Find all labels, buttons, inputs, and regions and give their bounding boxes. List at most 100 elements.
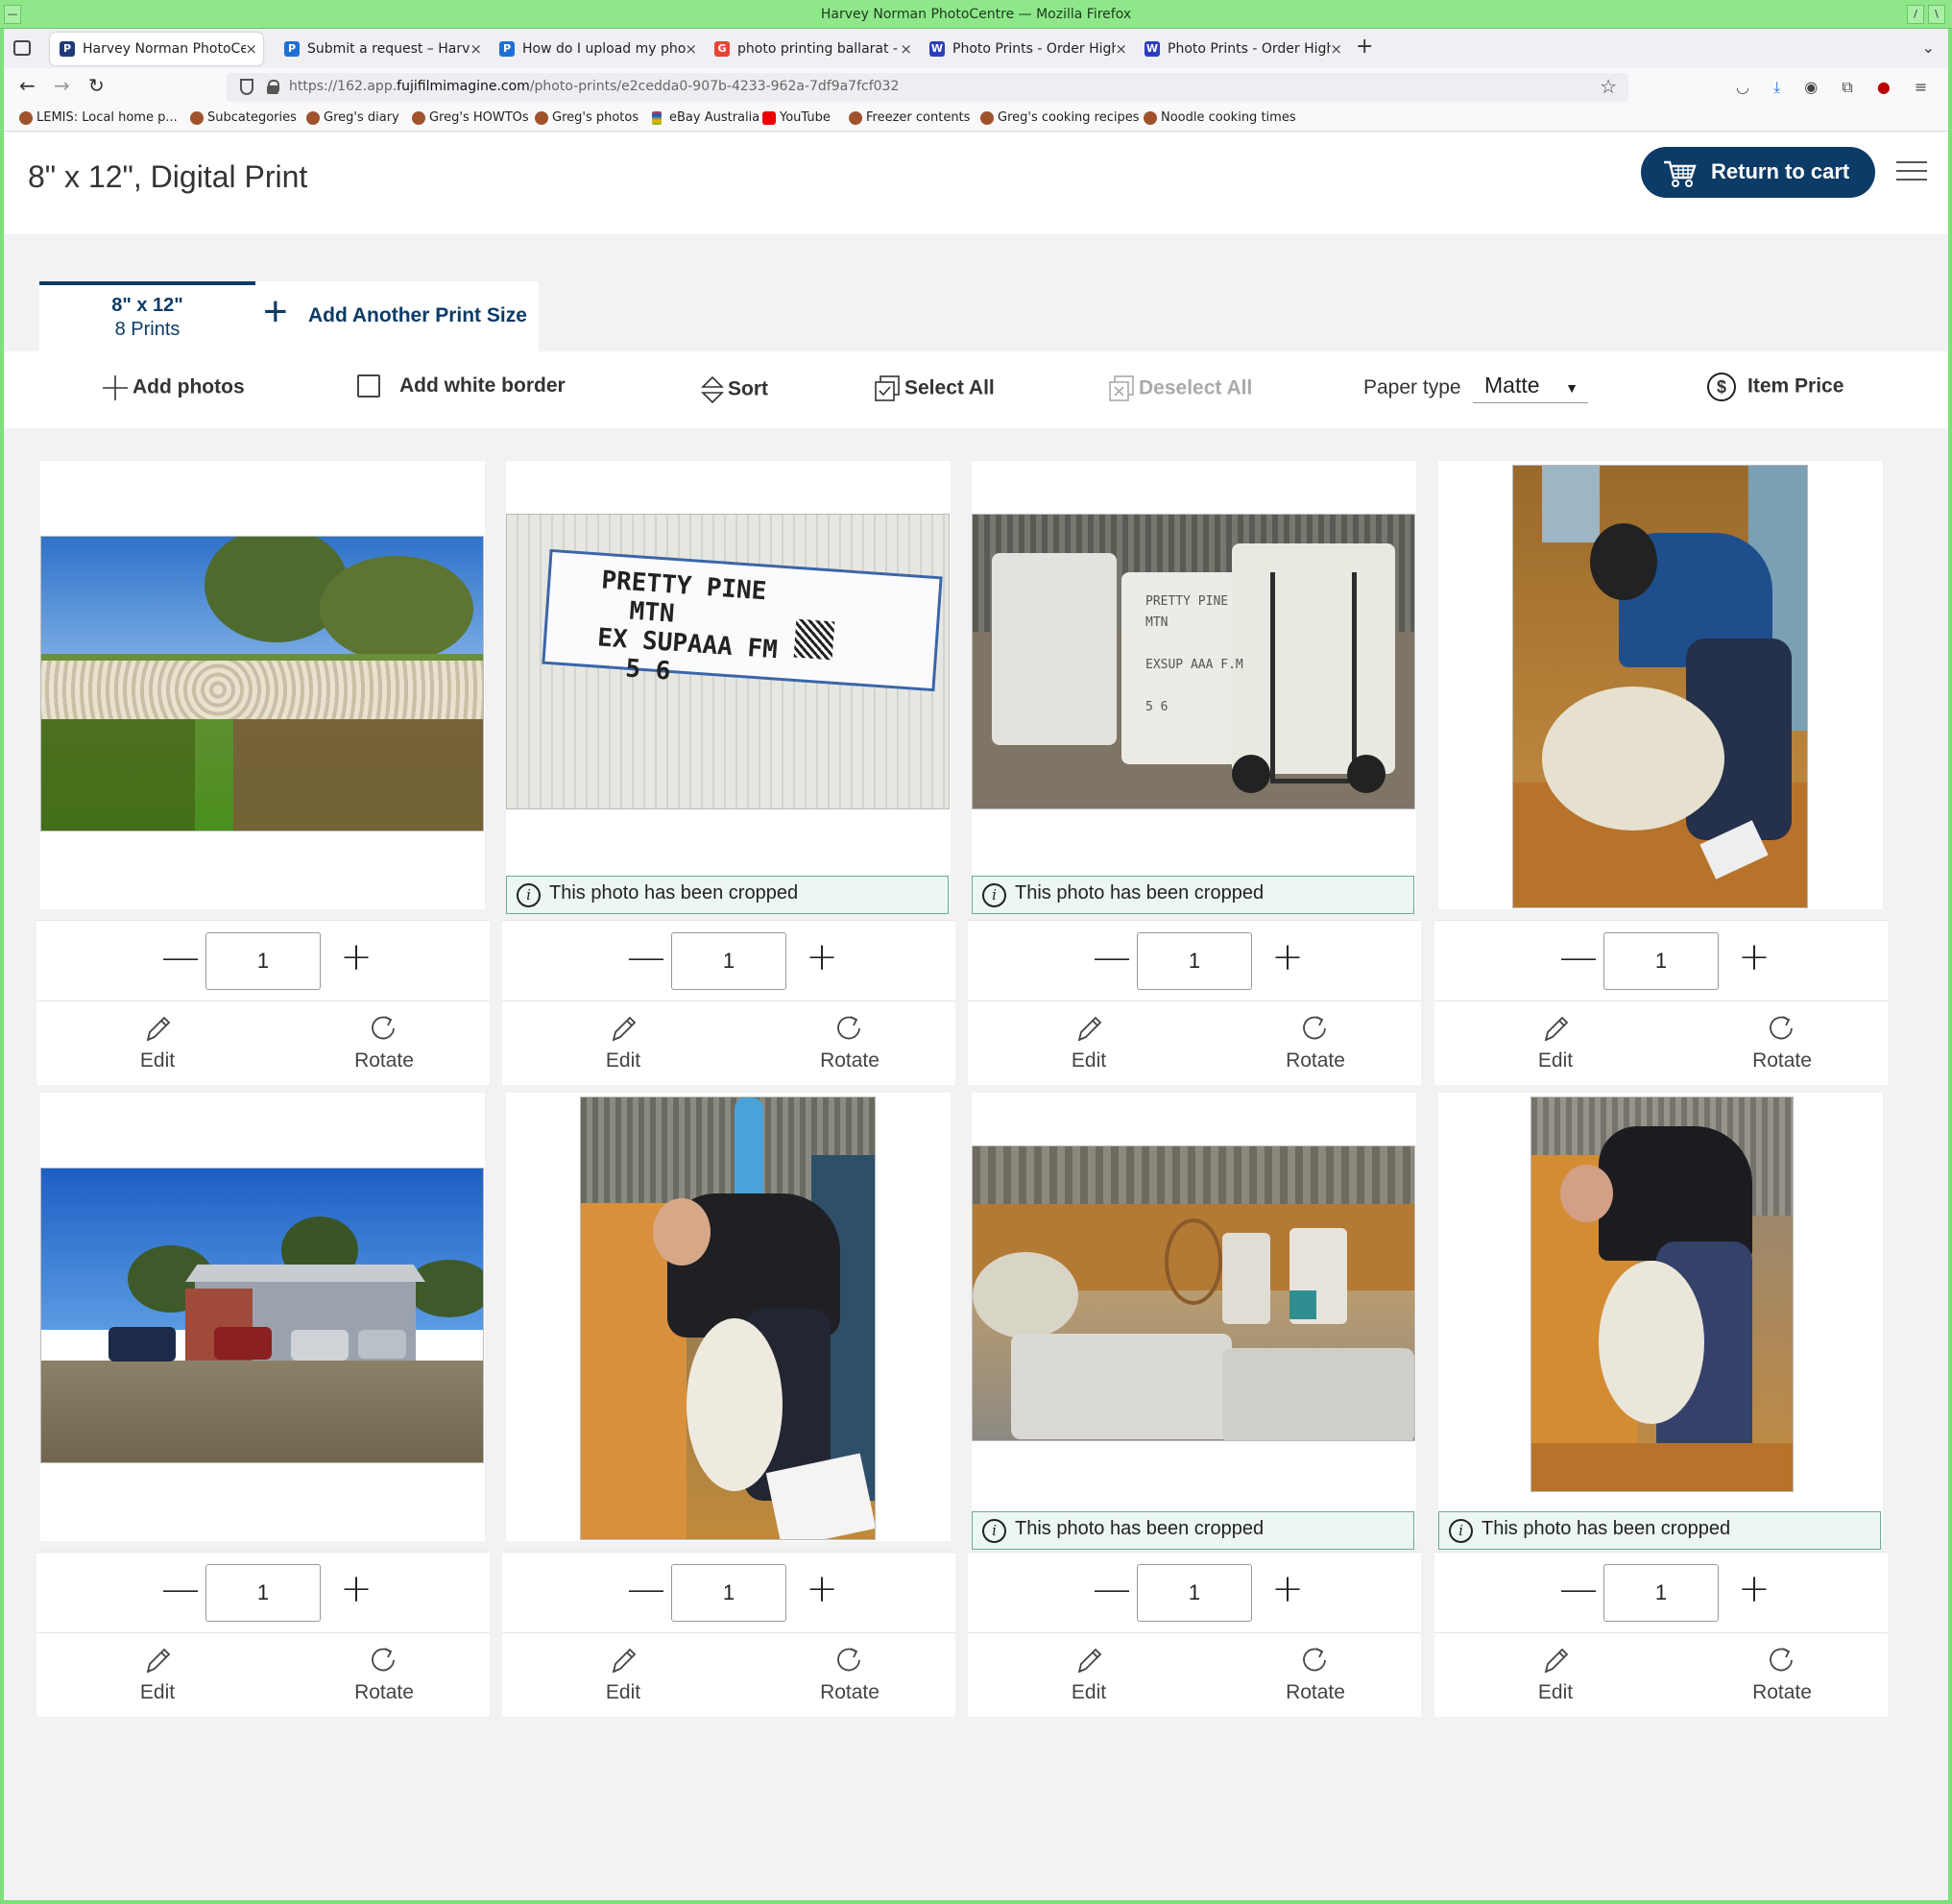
edit-button[interactable]: Edit bbox=[566, 1013, 681, 1073]
edit-button[interactable]: Edit bbox=[100, 1013, 215, 1073]
photo-frame[interactable] bbox=[1438, 1093, 1883, 1541]
sort-button[interactable]: Sort bbox=[701, 374, 768, 405]
photo-frame[interactable] bbox=[1438, 461, 1883, 909]
rotate-button[interactable]: Rotate bbox=[1258, 1645, 1373, 1704]
print-size-tab-active[interactable]: 8" x 12" 8 Prints bbox=[39, 281, 255, 351]
photo-thumbnail[interactable] bbox=[580, 1097, 876, 1540]
tab-close-icon[interactable]: × bbox=[470, 33, 482, 65]
add-another-print-size-button[interactable]: + Add Another Print Size bbox=[255, 281, 539, 351]
hamburger-menu-icon[interactable] bbox=[1896, 161, 1927, 182]
bookmark-item[interactable]: Freezer contents bbox=[847, 110, 970, 125]
edit-button[interactable]: Edit bbox=[1498, 1645, 1613, 1704]
white-border-checkbox[interactable] bbox=[357, 374, 380, 398]
bookmark-item[interactable]: LEMIS: Local home p... bbox=[17, 110, 178, 125]
decrease-quantity-button[interactable]: — bbox=[158, 936, 203, 980]
extensions-icon[interactable]: ⧉ bbox=[1842, 78, 1852, 96]
photo-frame[interactable] bbox=[40, 1093, 485, 1541]
increase-quantity-button[interactable]: + bbox=[1732, 936, 1776, 980]
rotate-button[interactable]: Rotate bbox=[792, 1645, 907, 1704]
tracking-shield-icon[interactable] bbox=[240, 79, 253, 95]
window-maximize-button[interactable]: \ bbox=[1928, 5, 1945, 24]
reload-button[interactable]: ↻ bbox=[88, 74, 105, 97]
tab-close-icon[interactable]: × bbox=[1115, 33, 1127, 65]
bookmark-item[interactable]: Noodle cooking times bbox=[1142, 110, 1296, 125]
photo-frame[interactable] bbox=[972, 1093, 1416, 1541]
increase-quantity-button[interactable]: + bbox=[1265, 1568, 1310, 1612]
item-price-button[interactable]: $ Item Price bbox=[1707, 373, 1844, 401]
chevron-down-icon[interactable]: ⌄ bbox=[1922, 38, 1935, 57]
app-menu-icon[interactable]: ≡ bbox=[1915, 78, 1927, 96]
bookmark-item[interactable]: eBay Australia bbox=[650, 110, 759, 125]
lock-icon[interactable] bbox=[267, 80, 279, 94]
tab-close-icon[interactable]: × bbox=[685, 33, 697, 65]
quantity-input[interactable] bbox=[1137, 932, 1252, 990]
add-photos-button[interactable]: Add photos bbox=[102, 374, 245, 401]
increase-quantity-button[interactable]: + bbox=[800, 936, 844, 980]
addon-badge-icon[interactable]: ● bbox=[1877, 78, 1891, 96]
photo-frame[interactable]: PRETTY PINE MTN EX SUPAAA FM 5 6 bbox=[506, 461, 951, 909]
rotate-button[interactable]: Rotate bbox=[326, 1013, 442, 1073]
bookmark-item[interactable]: Greg's HOWTOs bbox=[410, 110, 529, 125]
browser-tab[interactable]: Gphoto printing ballarat - G × bbox=[705, 33, 918, 65]
tab-close-icon[interactable]: × bbox=[1330, 33, 1342, 65]
decrease-quantity-button[interactable]: — bbox=[158, 1568, 203, 1612]
photo-frame[interactable]: PRETTY PINE MTN EXSUP AAA F.M 5 6 bbox=[972, 461, 1416, 909]
rotate-button[interactable]: Rotate bbox=[326, 1645, 442, 1704]
white-border-toggle[interactable]: Add white border bbox=[357, 374, 566, 398]
bookmark-item[interactable]: Greg's cooking recipes bbox=[978, 110, 1140, 125]
paper-type-select[interactable]: Matte ▼ bbox=[1473, 369, 1588, 403]
back-button[interactable]: ← bbox=[19, 74, 36, 97]
photo-thumbnail[interactable] bbox=[1530, 1097, 1794, 1492]
photo-frame[interactable] bbox=[40, 461, 485, 909]
increase-quantity-button[interactable]: + bbox=[334, 1568, 378, 1612]
browser-tab[interactable]: W Photo Prints - Order High- × bbox=[920, 33, 1133, 65]
deselect-all-button[interactable]: Deselect All bbox=[1108, 374, 1252, 403]
edit-button[interactable]: Edit bbox=[566, 1645, 681, 1704]
edit-button[interactable]: Edit bbox=[1031, 1013, 1146, 1073]
tab-list-icon[interactable] bbox=[13, 40, 31, 56]
browser-tab[interactable]: W Photo Prints - Order High- × bbox=[1135, 33, 1348, 65]
forward-button[interactable]: → bbox=[54, 74, 70, 97]
quantity-input[interactable] bbox=[1603, 1564, 1719, 1622]
rotate-button[interactable]: Rotate bbox=[792, 1013, 907, 1073]
photo-thumbnail[interactable] bbox=[40, 1168, 484, 1463]
download-icon[interactable]: ⤓ bbox=[1773, 78, 1780, 96]
bookmark-item[interactable]: Greg's photos bbox=[533, 110, 639, 125]
select-all-button[interactable]: Select All bbox=[874, 374, 995, 403]
quantity-input[interactable] bbox=[1603, 932, 1719, 990]
browser-tab[interactable]: P Harvey Norman PhotoCen × bbox=[50, 33, 263, 65]
decrease-quantity-button[interactable]: — bbox=[1556, 936, 1601, 980]
rotate-button[interactable]: Rotate bbox=[1724, 1645, 1840, 1704]
return-to-cart-button[interactable]: Return to cart bbox=[1641, 147, 1875, 198]
quantity-input[interactable] bbox=[1137, 1564, 1252, 1622]
decrease-quantity-button[interactable]: — bbox=[1090, 936, 1134, 980]
increase-quantity-button[interactable]: + bbox=[1732, 1568, 1776, 1612]
tab-close-icon[interactable]: × bbox=[900, 33, 912, 65]
increase-quantity-button[interactable]: + bbox=[800, 1568, 844, 1612]
decrease-quantity-button[interactable]: — bbox=[624, 936, 668, 980]
tab-close-icon[interactable]: × bbox=[245, 33, 257, 65]
quantity-input[interactable] bbox=[205, 1564, 321, 1622]
pocket-icon[interactable]: ◡ bbox=[1736, 78, 1749, 96]
account-icon[interactable]: ◉ bbox=[1804, 78, 1818, 96]
quantity-input[interactable] bbox=[671, 1564, 786, 1622]
photo-thumbnail[interactable] bbox=[40, 536, 484, 831]
photo-frame[interactable] bbox=[506, 1093, 951, 1541]
edit-button[interactable]: Edit bbox=[1031, 1645, 1146, 1704]
quantity-input[interactable] bbox=[671, 932, 786, 990]
window-minimize-button[interactable]: / bbox=[1907, 5, 1924, 24]
photo-thumbnail[interactable] bbox=[972, 1145, 1415, 1441]
url-text[interactable]: https://162.app.fujifilmimagine.com/phot… bbox=[289, 79, 899, 94]
photo-thumbnail[interactable]: PRETTY PINE MTN EXSUP AAA F.M 5 6 bbox=[972, 514, 1415, 809]
photo-thumbnail[interactable] bbox=[1512, 465, 1808, 908]
rotate-button[interactable]: Rotate bbox=[1258, 1013, 1373, 1073]
new-tab-button[interactable]: + bbox=[1356, 35, 1373, 59]
browser-tab[interactable]: P Submit a request – Harvey × bbox=[275, 33, 488, 65]
decrease-quantity-button[interactable]: — bbox=[1090, 1568, 1134, 1612]
browser-tab[interactable]: P How do I upload my photo × bbox=[490, 33, 703, 65]
bookmark-star-icon[interactable]: ☆ bbox=[1600, 75, 1617, 98]
increase-quantity-button[interactable]: + bbox=[1265, 936, 1310, 980]
address-bar[interactable]: https://162.app.fujifilmimagine.com/phot… bbox=[227, 73, 1628, 102]
quantity-input[interactable] bbox=[205, 932, 321, 990]
decrease-quantity-button[interactable]: — bbox=[624, 1568, 668, 1612]
